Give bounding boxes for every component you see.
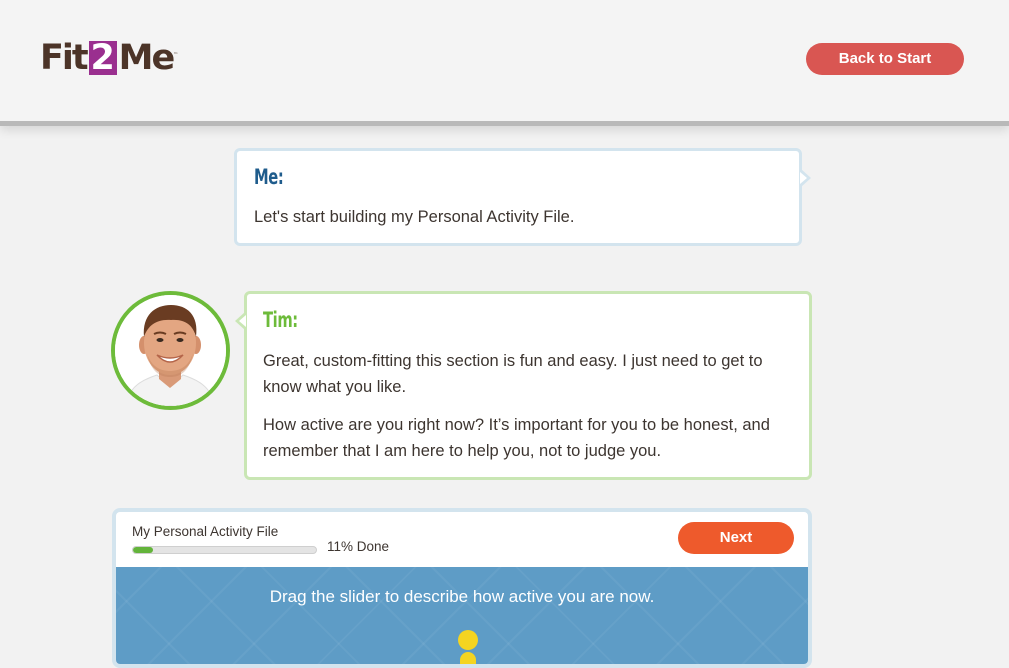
tim-speech-bubble: Tim: Great, custom-fitting this section …	[235, 291, 812, 480]
me-speech-bubble: Me: Let's start building my Personal Act…	[234, 148, 811, 246]
back-to-start-button[interactable]: Back to Start	[806, 43, 964, 75]
logo-number: 2	[88, 38, 117, 78]
progress-text: 11% Done	[327, 539, 390, 554]
fit2me-logo[interactable]: Fit 2 Me ™	[40, 35, 178, 81]
logo-prefix: Fit	[40, 38, 89, 78]
slider-handle-stem[interactable]	[460, 652, 476, 664]
activity-file-panel: My Personal Activity File 11% Done Next …	[112, 508, 812, 668]
progress-bar	[132, 546, 317, 554]
me-speaker-label: Me:	[254, 165, 284, 189]
slider-handle[interactable]	[458, 630, 478, 650]
header: Fit 2 Me ™ Back to Start	[0, 0, 1009, 126]
tim-message-paragraph-2: How active are you right now? It’s impor…	[263, 416, 770, 460]
slider-instruction: Drag the slider to describe how active y…	[269, 587, 655, 606]
logo-trademark: ™	[173, 52, 179, 58]
tim-avatar	[111, 291, 230, 410]
me-message: Let's start building my Personal Activit…	[254, 208, 575, 226]
next-button[interactable]: Next	[678, 522, 794, 554]
progress-bar-fill	[133, 547, 154, 553]
activity-file-title: My Personal Activity File	[132, 524, 279, 539]
activity-slider-area: Drag the slider to describe how active y…	[116, 567, 808, 664]
tim-portrait-icon	[115, 295, 226, 406]
tim-message-paragraph-1: Great, custom-fitting this section is fu…	[263, 352, 763, 396]
logo-suffix: Me	[118, 38, 176, 78]
tim-speaker-label: Tim:	[263, 308, 298, 332]
